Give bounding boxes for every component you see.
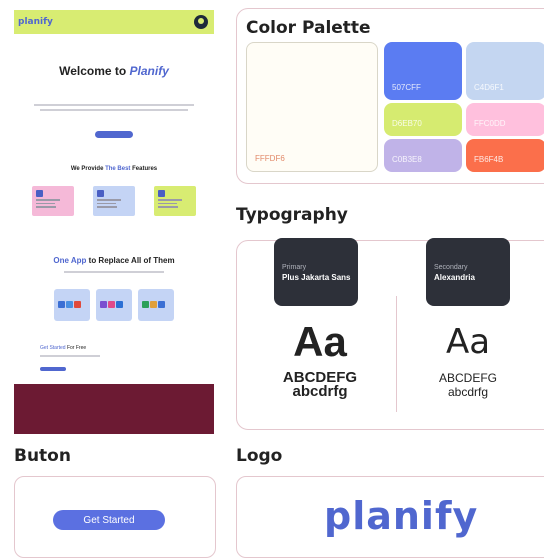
primary-sample-aa: Aa (293, 318, 347, 365)
app-title-accent: One App (53, 256, 87, 265)
feature-icon (97, 190, 104, 197)
primary-sample-lower: abcdrfg (292, 383, 348, 400)
feature-card[interactable] (154, 186, 196, 216)
swatch-ffdf6[interactable]: FFFDF6 (246, 42, 378, 172)
swatch-d6eb70[interactable]: D6EB70 (384, 103, 462, 136)
swatch-hex-label: FB6F4B (474, 155, 504, 164)
swatch-c0b3e8[interactable]: C0B3E8 (384, 139, 462, 172)
app-section-title: One App to Replace All of Them (14, 256, 214, 265)
swatch-hex-label: C0B3E8 (392, 155, 422, 164)
feature-card[interactable] (32, 186, 74, 216)
swatch-hex-label: 507CFF (392, 83, 421, 92)
swatch-hex-label: FFFDF6 (255, 154, 285, 163)
logo-heading: Logo (236, 446, 283, 466)
typography-heading: Typography (236, 205, 348, 225)
get-started-mini-button[interactable] (40, 367, 66, 371)
app-card[interactable] (54, 289, 90, 321)
secondary-font-chip: Secondary Alexandria (426, 238, 510, 306)
app-title-suffix: to Replace All of Them (86, 256, 175, 265)
secondary-sample-upper: ABCDEFG (438, 371, 497, 385)
user-avatar-icon[interactable] (194, 15, 208, 29)
feature-icon (158, 190, 165, 197)
hero-title-accent: Planify (129, 64, 169, 78)
preview-logo[interactable]: planify (18, 17, 53, 27)
preview-navbar: planify (14, 10, 214, 34)
primary-font-chip: Primary Plus Jakarta Sans (274, 238, 358, 306)
app-replace-cards (14, 289, 214, 321)
get-started-subtext (40, 355, 100, 357)
secondary-role-label: Secondary (434, 264, 468, 271)
typography-divider (396, 296, 397, 412)
get-started-button[interactable]: Get Started (53, 510, 165, 530)
primary-role-label: Primary (282, 264, 307, 271)
get-started-suffix: For Free (65, 345, 87, 351)
features-title: We Provide The Best Features (14, 166, 214, 172)
get-started-accent: Get Started (40, 345, 66, 351)
secondary-sample-aa: Aa (445, 322, 491, 362)
swatch-c4d6f1[interactable]: C4D6F1 (466, 42, 544, 100)
swatch-ffc0dd[interactable]: FFC0DD (466, 103, 544, 136)
hero-subtext-placeholder (34, 104, 194, 111)
swatch-hex-label: D6EB70 (392, 119, 422, 128)
app-card[interactable] (96, 289, 132, 321)
features-accent: The Best (105, 166, 131, 172)
hero-cta-button[interactable] (95, 131, 133, 138)
feature-card[interactable] (93, 186, 135, 216)
preview-hero: Welcome to Planify (14, 34, 214, 138)
feature-cards (14, 186, 214, 216)
swatch-hex-label: C4D6F1 (474, 83, 504, 92)
landing-page-preview: planify Welcome to Planify We Provide Th… (14, 10, 214, 434)
features-prefix: We Provide (70, 166, 106, 172)
swatch-hex-label: FFC0DD (474, 119, 506, 128)
app-section-subtext (64, 271, 164, 273)
preview-hero-title: Welcome to Planify (14, 64, 214, 78)
features-suffix: Features (130, 166, 158, 172)
swatch-fb6f4b[interactable]: FB6F4B (466, 139, 544, 172)
secondary-font-name: Alexandria (434, 273, 475, 282)
get-started-text: Get Started For Free (40, 345, 214, 351)
feature-icon (36, 190, 43, 197)
preview-footer (14, 384, 214, 434)
hero-title-prefix: Welcome to (59, 64, 130, 78)
button-heading: Buton (14, 446, 71, 466)
primary-font-name: Plus Jakarta Sans (282, 273, 351, 282)
planify-logo: planify (324, 494, 479, 538)
app-card[interactable] (138, 289, 174, 321)
secondary-sample-lower: abcdrfg (447, 385, 489, 399)
swatch-507cff[interactable]: 507CFF (384, 42, 462, 100)
